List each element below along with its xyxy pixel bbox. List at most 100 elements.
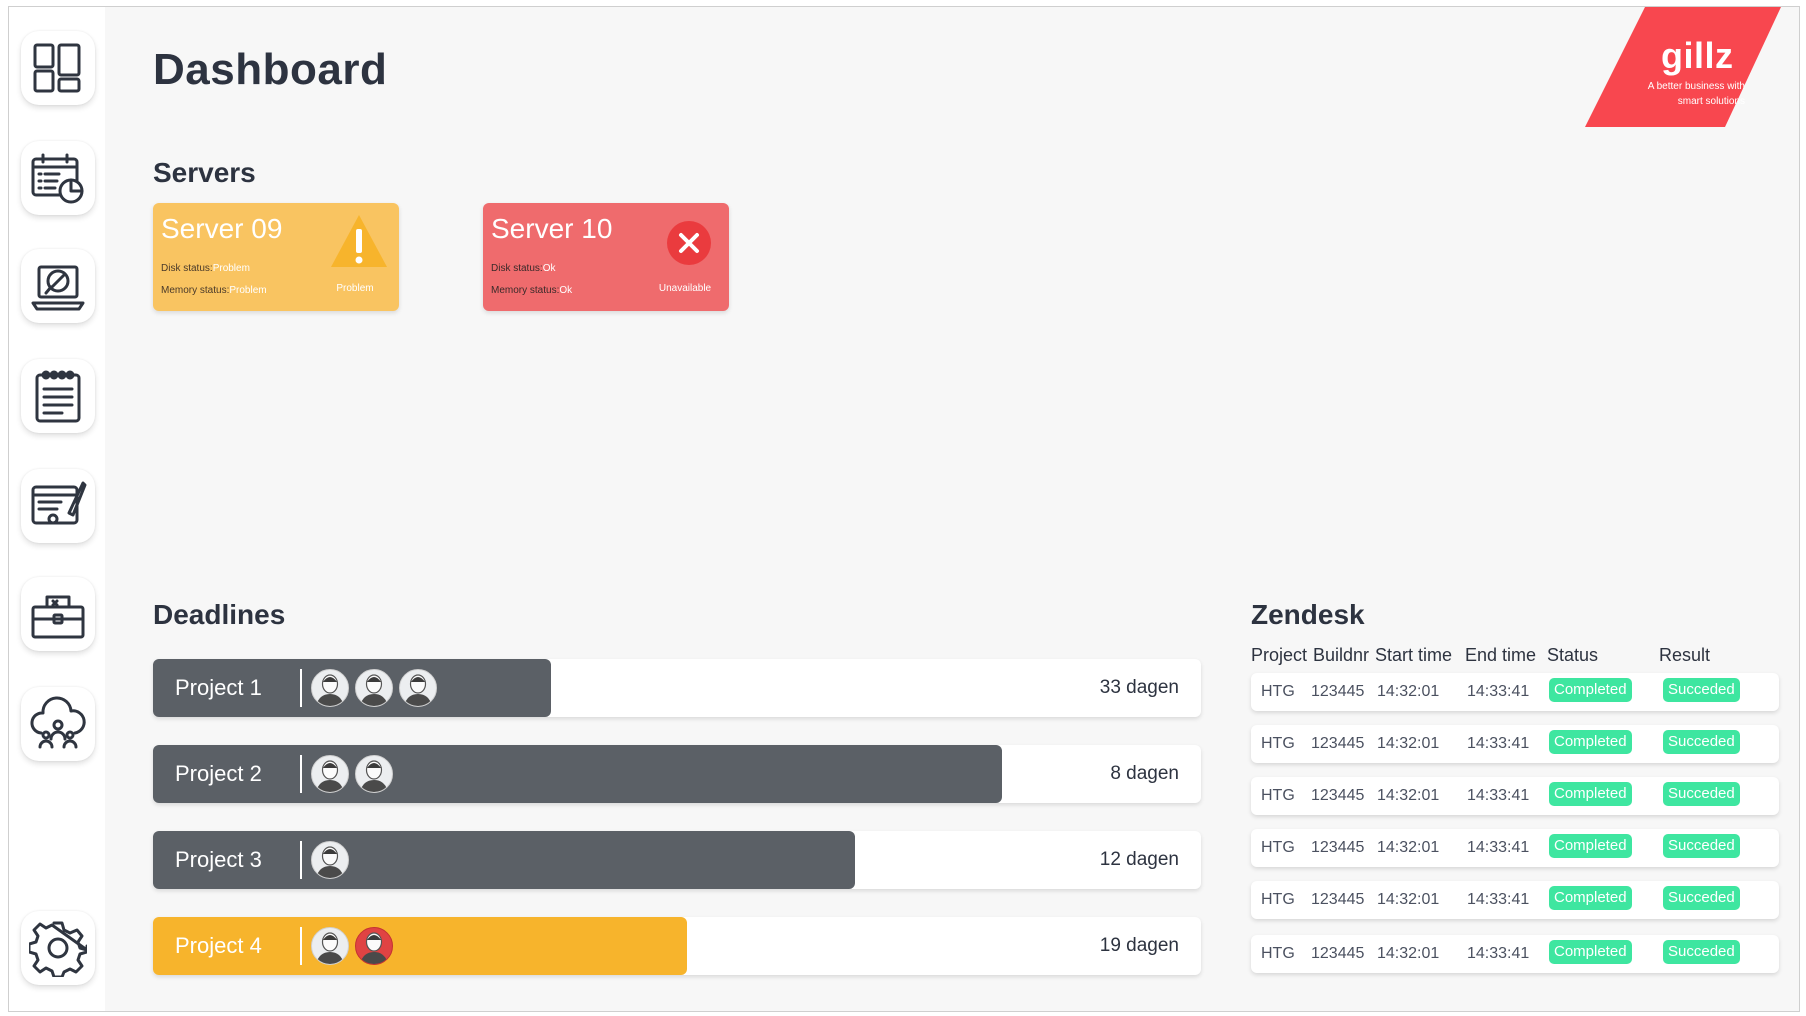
status-badge: Completed bbox=[1549, 678, 1632, 702]
avatar[interactable] bbox=[355, 669, 393, 707]
laptop-support-icon bbox=[31, 265, 85, 311]
deadline-row[interactable]: Project 4 19 dagen bbox=[153, 917, 1201, 975]
server-name: Server 10 bbox=[491, 213, 613, 244]
cell-end-time: 14:33:41 bbox=[1467, 891, 1530, 908]
cell-end-time: 14:33:41 bbox=[1467, 787, 1530, 804]
memory-status: Memory status:Problem bbox=[161, 285, 267, 296]
disk-status: Disk status:Problem bbox=[161, 263, 250, 274]
cell-start-time: 14:32:01 bbox=[1377, 787, 1440, 804]
dashboard-icon bbox=[33, 43, 81, 93]
disk-status-label: Disk status: bbox=[491, 263, 543, 274]
cloud-team-icon bbox=[30, 696, 86, 749]
zendesk-title: Zendesk bbox=[1251, 599, 1365, 630]
team-avatars bbox=[311, 841, 349, 879]
sidebar-item-planning[interactable] bbox=[21, 469, 95, 543]
deadline-days-remaining: 8 dagen bbox=[1110, 763, 1179, 784]
team-avatars bbox=[311, 669, 437, 707]
column-header-status: Status bbox=[1547, 645, 1599, 665]
table-row[interactable]: HTG 123445 14:32:01 14:33:41 Completed Succed… bbox=[1251, 881, 1779, 919]
cell-buildnr: 123445 bbox=[1311, 735, 1365, 752]
result-badge: Succeded bbox=[1663, 940, 1740, 964]
avatar[interactable] bbox=[311, 927, 349, 965]
status-badge: Completed bbox=[1549, 940, 1632, 964]
deadline-days-remaining: 12 dagen bbox=[1099, 849, 1179, 870]
error-icon bbox=[659, 213, 719, 269]
deadlines-title: Deadlines bbox=[153, 599, 286, 630]
sidebar-item-toolbox[interactable] bbox=[21, 577, 95, 651]
memory-status: Memory status:Ok bbox=[491, 285, 572, 296]
sidebar-item-settings[interactable] bbox=[21, 911, 95, 985]
cell-start-time: 14:32:01 bbox=[1377, 891, 1440, 908]
avatar[interactable] bbox=[311, 755, 349, 793]
column-header-start-time: Start time bbox=[1375, 645, 1453, 665]
deadline-project-name: Project 1 bbox=[175, 675, 262, 700]
calendar-chart-icon bbox=[31, 153, 84, 204]
cell-buildnr: 123445 bbox=[1311, 683, 1365, 700]
cell-buildnr: 123445 bbox=[1311, 787, 1365, 804]
deadline-project-name: Project 4 bbox=[175, 933, 262, 958]
cell-start-time: 14:32:01 bbox=[1377, 683, 1440, 700]
avatar[interactable] bbox=[355, 927, 393, 965]
divider bbox=[300, 755, 302, 793]
sidebar-item-cloud-team[interactable] bbox=[21, 687, 95, 761]
result-badge: Succeded bbox=[1663, 730, 1740, 754]
status-badge: Completed bbox=[1549, 886, 1632, 910]
cell-buildnr: 123445 bbox=[1311, 945, 1365, 962]
cell-project: HTG bbox=[1261, 787, 1295, 804]
deadline-row[interactable]: Project 3 12 dagen bbox=[153, 831, 1201, 889]
deadline-progress-bar bbox=[153, 745, 1002, 803]
memory-status-value: Problem bbox=[229, 285, 267, 296]
status-badge: Completed bbox=[1549, 834, 1632, 858]
gear-icon bbox=[29, 921, 87, 977]
toolbox-icon bbox=[31, 595, 85, 639]
table-row[interactable]: HTG 123445 14:32:01 14:33:41 Completed Succed… bbox=[1251, 829, 1779, 867]
cell-start-time: 14:32:01 bbox=[1377, 945, 1440, 962]
cell-end-time: 14:33:41 bbox=[1467, 683, 1530, 700]
table-row[interactable]: HTG 123445 14:32:01 14:33:41 Completed Succed… bbox=[1251, 777, 1779, 815]
divider bbox=[300, 927, 302, 965]
cell-project: HTG bbox=[1261, 839, 1295, 856]
cell-project: HTG bbox=[1261, 891, 1295, 908]
server-card-09[interactable]: Server 09 Disk status:Problem Memory sta… bbox=[153, 203, 399, 311]
server-status: Unavailable bbox=[658, 283, 712, 294]
cell-project: HTG bbox=[1261, 945, 1295, 962]
avatar[interactable] bbox=[311, 841, 349, 879]
disk-status: Disk status:Ok bbox=[491, 263, 555, 274]
deadline-days-remaining: 33 dagen bbox=[1099, 677, 1179, 698]
logo-word: gillz bbox=[1661, 35, 1734, 76]
cell-start-time: 14:32:01 bbox=[1377, 735, 1440, 752]
sidebar-item-calendar[interactable] bbox=[21, 141, 95, 215]
table-row[interactable]: HTG 123445 14:32:01 14:33:41 Completed Succed… bbox=[1251, 935, 1779, 973]
server-card-10[interactable]: Server 10 Disk status:Ok Memory status:O… bbox=[483, 203, 729, 311]
deadline-project-name: Project 2 bbox=[175, 761, 262, 786]
server-name: Server 09 bbox=[161, 213, 283, 244]
avatar[interactable] bbox=[399, 669, 437, 707]
sidebar bbox=[9, 7, 105, 1011]
avatar[interactable] bbox=[311, 669, 349, 707]
status-badge: Completed bbox=[1549, 730, 1632, 754]
sidebar-item-notes[interactable] bbox=[21, 359, 95, 433]
team-avatars bbox=[311, 927, 393, 965]
memory-status-label: Memory status: bbox=[491, 285, 560, 296]
sidebar-item-support[interactable] bbox=[21, 249, 95, 323]
disk-status-label: Disk status: bbox=[161, 263, 213, 274]
column-header-project: Project bbox=[1251, 645, 1308, 665]
column-header-result: Result bbox=[1659, 645, 1711, 665]
divider bbox=[300, 669, 302, 707]
servers-title: Servers bbox=[153, 157, 256, 188]
deadline-row[interactable]: Project 2 8 dagen bbox=[153, 745, 1201, 803]
deadline-row[interactable]: Project 1 33 dagen bbox=[153, 659, 1201, 717]
result-badge: Succeded bbox=[1663, 886, 1740, 910]
result-badge: Succeded bbox=[1663, 782, 1740, 806]
avatar[interactable] bbox=[355, 755, 393, 793]
column-header-buildnr: Buildnr bbox=[1313, 645, 1370, 665]
deadline-project-name: Project 3 bbox=[175, 847, 262, 872]
planning-board-icon bbox=[31, 481, 87, 525]
memory-status-value: Ok bbox=[559, 285, 573, 296]
result-badge: Succeded bbox=[1663, 834, 1740, 858]
table-row[interactable]: HTG 123445 14:32:01 14:33:41 Completed Succed… bbox=[1251, 725, 1779, 763]
cell-project: HTG bbox=[1261, 735, 1295, 752]
table-row[interactable]: HTG 123445 14:32:01 14:33:41 Completed Succed… bbox=[1251, 673, 1779, 711]
sidebar-item-dashboard[interactable] bbox=[21, 31, 95, 105]
divider bbox=[300, 841, 302, 879]
